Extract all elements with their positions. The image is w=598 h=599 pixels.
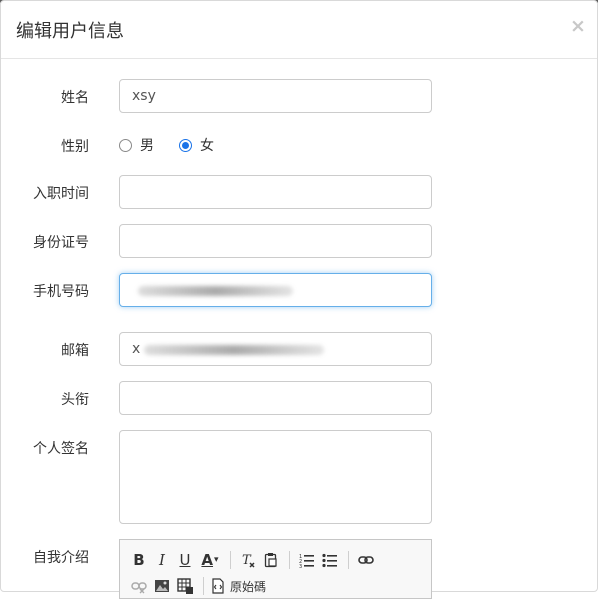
unlink-icon[interactable] (128, 575, 150, 597)
image-icon[interactable] (151, 575, 173, 597)
gender-radio-group: 男 女 (119, 135, 239, 155)
redacted-phone (138, 286, 293, 296)
phone-input[interactable] (119, 273, 432, 307)
redacted-email (144, 345, 324, 355)
intro-rich-editor: B I U A ▾ T 123 原始碼 (119, 539, 432, 599)
hire-date-label: 入职时间 (33, 186, 89, 202)
svg-text:3: 3 (299, 564, 302, 568)
hire-date-input[interactable] (119, 175, 432, 209)
paste-icon[interactable] (260, 549, 282, 571)
email-label: 邮箱 (61, 343, 89, 359)
name-input[interactable]: xsy (119, 79, 432, 113)
gender-label: 性别 (61, 139, 89, 155)
id-number-label: 身份证号 (33, 235, 89, 251)
underline-icon[interactable]: U (174, 549, 196, 571)
gender-male-label: 男 (140, 138, 154, 154)
bullet-list-icon[interactable] (319, 549, 341, 571)
title-label: 头衔 (61, 392, 89, 408)
edit-user-modal: 编辑用户信息 × 姓名 xsy 性别 男 女 入职时间 身份证号 手机号码 邮箱… (0, 0, 598, 599)
editor-toolbar-row-2: 原始碼 (128, 574, 266, 598)
remove-format-icon[interactable]: T (237, 549, 259, 571)
signature-label: 个人签名 (33, 441, 89, 457)
signature-textarea[interactable] (119, 430, 432, 524)
id-number-input[interactable] (119, 224, 432, 258)
editor-toolbar-row-1: B I U A ▾ T 123 (128, 548, 378, 572)
source-icon[interactable] (210, 575, 226, 597)
phone-label: 手机号码 (33, 284, 89, 300)
modal-header: 编辑用户信息 × (1, 1, 597, 59)
email-visible-prefix: x (132, 341, 141, 357)
italic-icon[interactable]: I (151, 549, 173, 571)
intro-label: 自我介绍 (33, 550, 89, 566)
close-icon[interactable]: × (569, 15, 587, 37)
numbered-list-icon[interactable]: 123 (296, 549, 318, 571)
name-label: 姓名 (61, 90, 89, 106)
gender-female-radio[interactable] (179, 138, 192, 152)
bold-icon[interactable]: B (128, 549, 150, 571)
modal-title: 编辑用户信息 (16, 21, 124, 42)
gender-male-radio[interactable] (119, 138, 132, 152)
table-icon[interactable] (174, 575, 196, 597)
link-icon[interactable] (355, 549, 377, 571)
gender-female-label: 女 (200, 138, 214, 154)
font-color-icon[interactable]: A ▾ (197, 549, 223, 571)
title-input[interactable] (119, 381, 432, 415)
email-input[interactable]: x (119, 332, 432, 366)
